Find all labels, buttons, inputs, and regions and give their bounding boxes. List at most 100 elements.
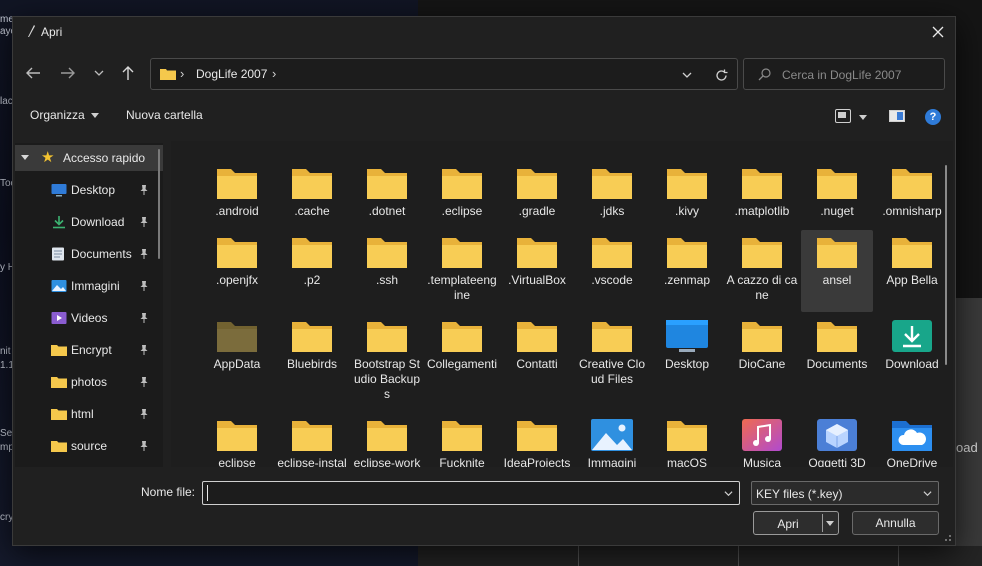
file-item-label: .android <box>215 204 259 218</box>
file-item[interactable]: Desktop <box>651 314 723 396</box>
pin-icon[interactable] <box>139 216 149 228</box>
close-button[interactable] <box>921 17 955 47</box>
file-item[interactable]: .VirtualBox <box>501 230 573 312</box>
folder-icon <box>890 234 934 270</box>
file-item[interactable]: Documents <box>801 314 873 396</box>
file-item[interactable]: Oggetti 3D <box>801 413 873 467</box>
background-divider <box>898 546 899 566</box>
download-icon <box>890 318 934 354</box>
new-folder-button[interactable]: Nuova cartella <box>126 108 203 122</box>
breadcrumb-current-folder[interactable]: DogLife 2007 <box>196 67 267 81</box>
file-item[interactable]: IdeaProjects <box>501 413 573 467</box>
breadcrumb-separator[interactable]: › <box>272 66 276 81</box>
chevron-down-icon <box>94 70 104 76</box>
file-item[interactable]: Collegamenti <box>426 314 498 396</box>
sidebar-item-immagini[interactable]: Immagini <box>15 273 163 299</box>
folder-icon <box>290 318 334 354</box>
pin-icon[interactable] <box>139 408 149 420</box>
sidebar-item-source[interactable]: source <box>15 433 163 459</box>
search-box[interactable] <box>743 58 945 90</box>
sidebar-scrollbar[interactable] <box>158 149 160 259</box>
file-item-label: Bootstrap Studio Backups <box>353 357 421 401</box>
back-button[interactable] <box>21 61 45 85</box>
file-item[interactable]: Bootstrap Studio Backups <box>351 314 423 401</box>
sidebar-item-documents[interactable]: Documents <box>15 241 163 267</box>
address-bar[interactable]: › DogLife 2007 › <box>150 58 738 90</box>
view-options-dropdown[interactable] <box>859 115 867 120</box>
folder-icon <box>740 234 784 270</box>
filetype-select[interactable]: KEY files (*.key) <box>751 481 939 505</box>
sidebar-item-label: Documents <box>71 247 132 261</box>
file-item[interactable]: AppData <box>201 314 273 396</box>
content-scrollbar[interactable] <box>945 165 947 365</box>
refresh-button[interactable] <box>713 67 729 83</box>
cancel-button[interactable]: Annulla <box>852 511 939 535</box>
file-item[interactable]: .zenmap <box>651 230 723 312</box>
file-item[interactable]: App Bella <box>876 230 948 312</box>
file-item[interactable]: Bluebirds <box>276 314 348 396</box>
expand-arrow-icon[interactable] <box>21 155 29 160</box>
pin-icon[interactable] <box>139 248 149 260</box>
file-item-label: .omnisharp <box>882 204 942 218</box>
file-item-label: .matplotlib <box>734 204 790 218</box>
file-item[interactable]: Contatti <box>501 314 573 396</box>
resize-grip-icon[interactable] <box>942 532 952 542</box>
view-options-icon[interactable] <box>835 109 851 123</box>
sidebar-item-label: photos <box>71 375 108 389</box>
file-item[interactable]: eclipse-installer <box>276 413 348 467</box>
filetype-value: KEY files (*.key) <box>756 487 843 501</box>
file-item-label: .eclipse <box>441 204 483 218</box>
sidebar-item-html[interactable]: html <box>15 401 163 427</box>
pin-icon[interactable] <box>139 344 149 356</box>
folder-icon <box>215 318 259 354</box>
file-item[interactable]: eclipse-workspace <box>351 413 423 467</box>
file-item[interactable]: .templateengine <box>426 230 498 312</box>
file-item[interactable]: DioCane <box>726 314 798 396</box>
help-icon[interactable]: ? <box>925 109 941 125</box>
file-item[interactable]: ansel <box>801 230 873 312</box>
pin-icon[interactable] <box>139 184 149 196</box>
file-item[interactable]: .vscode <box>576 230 648 312</box>
arrow-right-icon <box>61 67 75 79</box>
file-item[interactable]: A cazzo di cane <box>726 230 798 312</box>
pin-icon[interactable] <box>139 376 149 388</box>
sidebar-item-encrypt[interactable]: Encrypt <box>15 337 163 363</box>
sidebar-item-quick-access[interactable]: ★ Accesso rapido <box>15 145 163 171</box>
chevron-down-icon[interactable] <box>724 489 733 498</box>
file-item[interactable]: .openjfx <box>201 230 273 312</box>
open-file-dialog: Apri › DogLife 2007 › Organizza Nuova ca… <box>12 16 956 546</box>
sidebar-item-download[interactable]: Download <box>15 209 163 235</box>
pin-icon[interactable] <box>139 440 149 452</box>
file-item[interactable]: Immagini <box>576 413 648 467</box>
pin-icon[interactable] <box>139 312 149 324</box>
sidebar-item-photos[interactable]: photos <box>15 369 163 395</box>
forward-button[interactable] <box>56 61 80 85</box>
address-history-dropdown[interactable] <box>679 67 695 83</box>
file-item[interactable]: macOS <box>651 413 723 467</box>
file-item-label: .vscode <box>591 273 633 287</box>
file-item-label: .cache <box>294 204 330 218</box>
open-options-dropdown[interactable] <box>826 521 834 526</box>
filename-combobox[interactable] <box>202 481 740 505</box>
file-item[interactable]: .p2 <box>276 230 348 312</box>
up-button[interactable] <box>116 61 140 85</box>
file-item[interactable]: Musica <box>726 413 798 467</box>
open-button[interactable]: Apri <box>753 511 839 535</box>
file-item[interactable]: Fucknite <box>426 413 498 467</box>
file-item[interactable]: Download <box>876 314 948 396</box>
open-button-label: Apri <box>777 517 799 531</box>
preview-pane-icon[interactable] <box>889 110 905 122</box>
organize-menu-button[interactable]: Organizza <box>30 108 99 122</box>
recent-locations-button[interactable] <box>87 61 111 85</box>
file-item[interactable]: Creative Cloud Files <box>576 314 648 396</box>
sidebar-item-desktop[interactable]: Desktop <box>15 177 163 203</box>
filename-input[interactable] <box>207 485 707 501</box>
sidebar-item-videos[interactable]: Videos <box>15 305 163 331</box>
file-item[interactable]: .ssh <box>351 230 423 312</box>
pin-icon[interactable] <box>139 280 149 292</box>
search-input[interactable] <box>782 66 940 84</box>
sidebar-item-label: Accesso rapido <box>63 151 146 165</box>
file-item-label: eclipse-installer <box>277 456 347 467</box>
file-item[interactable]: eclipse <box>201 413 273 467</box>
file-item[interactable]: OneDrive <box>876 413 948 467</box>
